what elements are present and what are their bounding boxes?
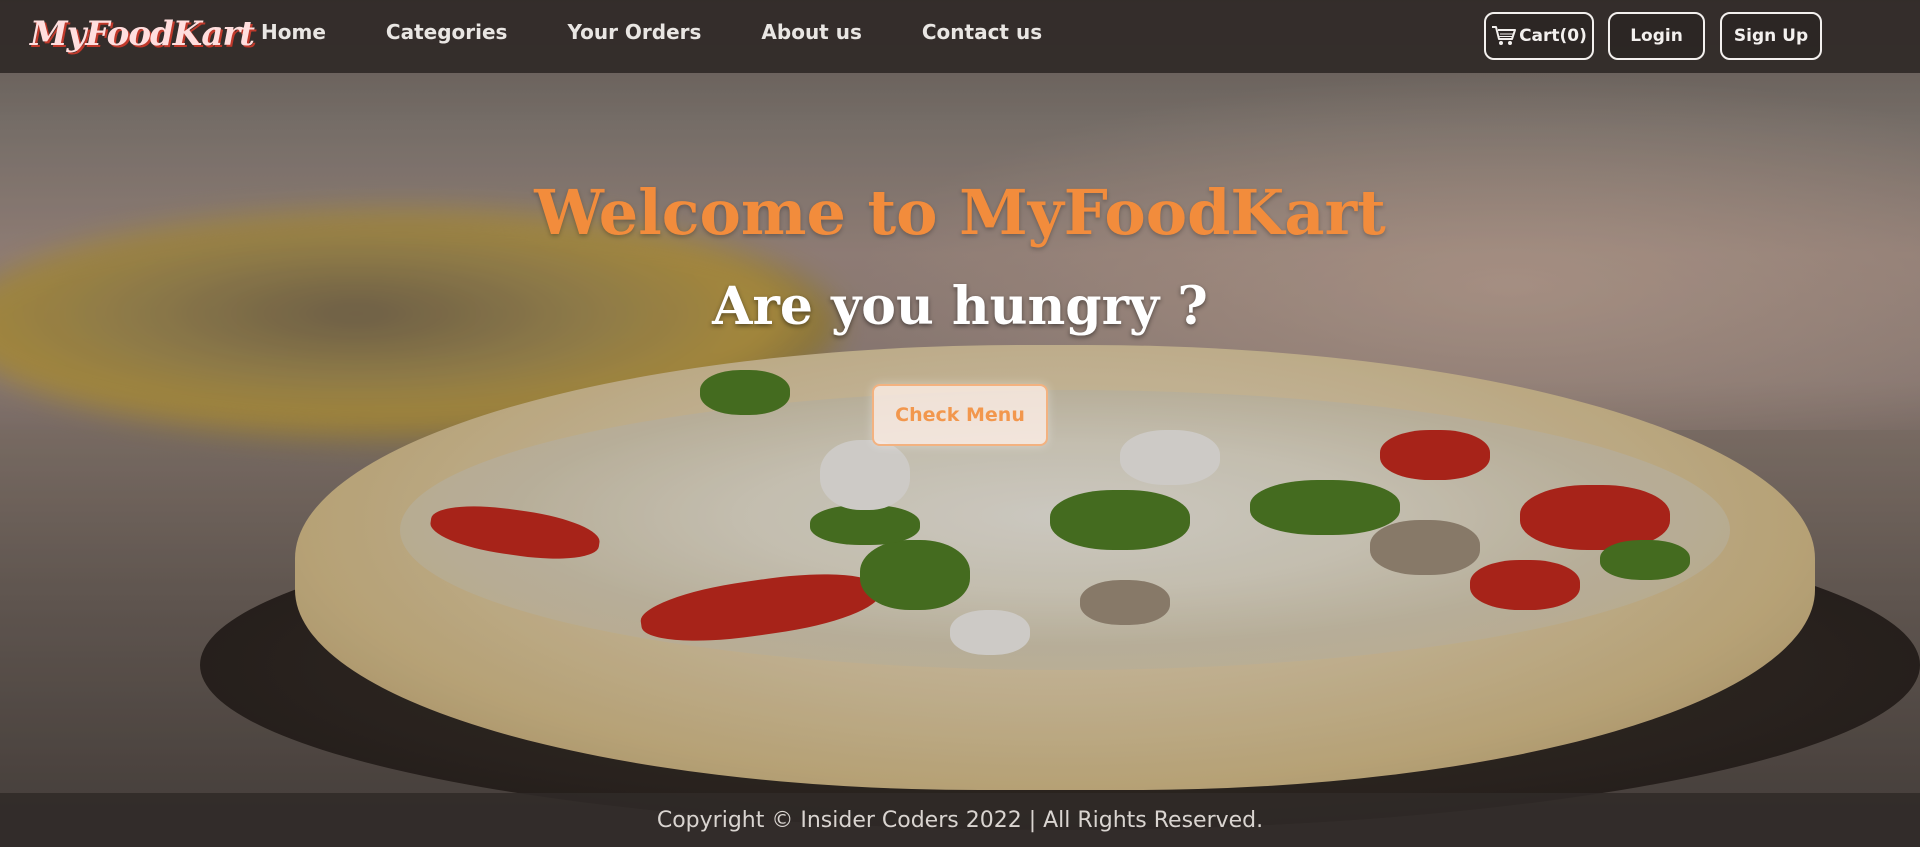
shopping-cart-icon	[1492, 26, 1517, 45]
nav-link-categories[interactable]: Categories	[386, 20, 508, 44]
cart-button[interactable]: Cart(0)	[1484, 12, 1594, 60]
brand-logo[interactable]: MyFoodKart	[30, 14, 255, 54]
check-menu-button[interactable]: Check Menu	[872, 384, 1048, 446]
nav-link-contact-us[interactable]: Contact us	[922, 20, 1042, 44]
nav-link-your-orders[interactable]: Your Orders	[567, 20, 701, 44]
signup-button[interactable]: Sign Up	[1720, 12, 1822, 60]
cart-label: Cart(0)	[1519, 26, 1587, 46]
navbar: MyFoodKart Home Categories Your Orders A…	[0, 0, 1920, 73]
login-button[interactable]: Login	[1608, 12, 1705, 60]
footer-copyright: Copyright © Insider Coders 2022 | All Ri…	[656, 807, 1264, 833]
footer: Copyright © Insider Coders 2022 | All Ri…	[0, 793, 1920, 847]
nav-link-home[interactable]: Home	[261, 20, 326, 44]
nav-links: Home Categories Your Orders About us Con…	[261, 20, 1102, 44]
nav-link-about-us[interactable]: About us	[761, 20, 861, 44]
hero-title: Welcome to MyFoodKart	[534, 176, 1386, 249]
hero-subtitle: Are you hungry ?	[712, 276, 1208, 337]
